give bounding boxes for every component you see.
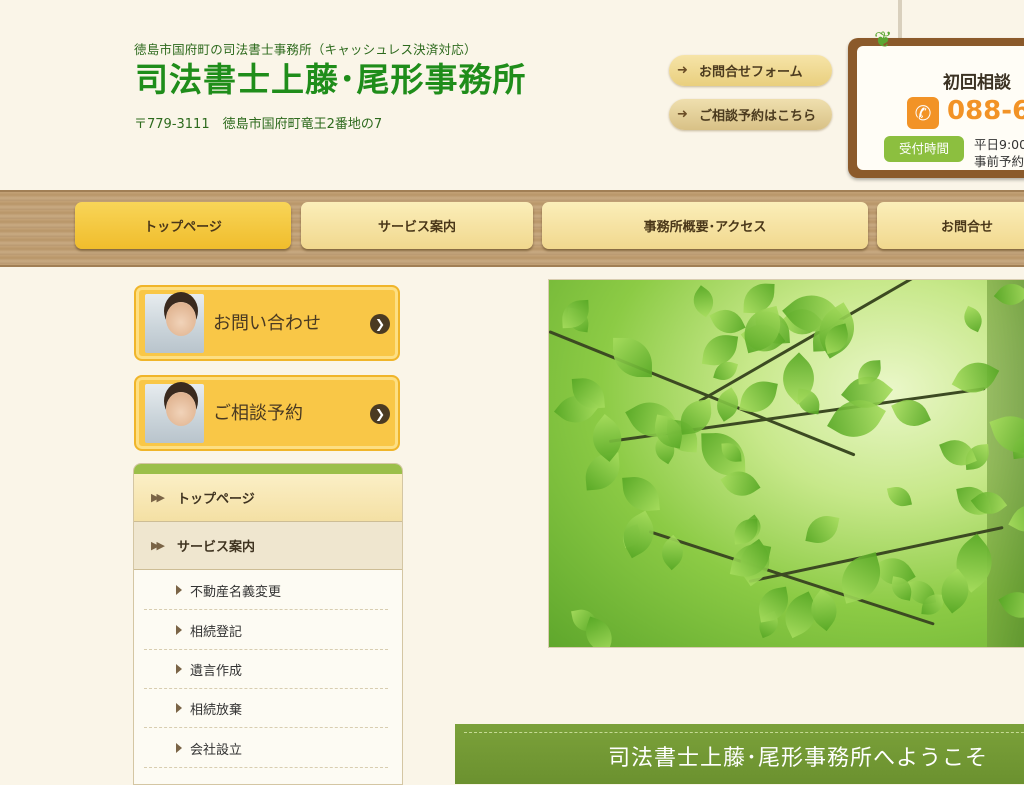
reservation-cta-button[interactable]: ご相談予約 ❯ — [134, 375, 400, 451]
side-menu-sub-item[interactable]: 会社設立 — [144, 729, 388, 768]
triangle-right-icon — [176, 625, 182, 635]
reservation-cta-label: ご相談予約 — [213, 403, 303, 424]
leaf — [583, 452, 622, 492]
leaf — [959, 305, 987, 333]
leaf — [621, 474, 661, 513]
leaf — [738, 305, 786, 354]
contact-cta-label: お問い合わせ — [213, 313, 321, 334]
side-menu-sub-label: 不動産名義変更 — [190, 584, 282, 600]
leaf-icon: ❦ — [874, 28, 893, 53]
contact-photo — [145, 294, 204, 353]
triangle-right-icon — [176, 664, 182, 674]
office-address: 〒779-3111 徳島市国府町竜王2番地の7 — [134, 117, 383, 132]
leaf — [739, 376, 779, 416]
arrow-right-icon: ❯ — [370, 404, 390, 424]
side-menu-sub-label: 会社設立 — [190, 742, 243, 758]
triangle-right-icon — [176, 585, 182, 595]
side-menu-item-services[interactable]: ▶▶ サービス案内 — [134, 522, 402, 570]
side-menu-sub-item[interactable]: 遺言作成 — [144, 650, 388, 689]
tab-services[interactable]: サービス案内 — [301, 202, 533, 249]
welcome-banner-divider — [464, 732, 1024, 733]
leaf — [655, 534, 691, 571]
site-title[interactable]: 司法書士上藤･尾形事務所 — [135, 58, 527, 102]
side-menu-sub-label: 相続登記 — [190, 624, 243, 640]
arrow-right-icon: ❯ — [370, 314, 390, 334]
contact-cta-button[interactable]: お問い合わせ ❯ — [134, 285, 400, 361]
reservation-button-label: ご相談予約はこちら — [699, 109, 817, 124]
contact-form-button-label: お問合せフォーム — [699, 65, 803, 80]
side-menu-sub-item[interactable]: 相続登記 — [144, 611, 388, 650]
side-menu-sub-label: 相続放棄 — [190, 702, 243, 718]
hours-badge: 受付時間 — [884, 136, 964, 162]
side-menu-sub-item[interactable]: 相続放棄 — [144, 689, 388, 728]
side-menu: ▶▶ トップページ ▶▶ サービス案内 不動産名義変更 相続登記 遺言作成 相続… — [133, 463, 403, 785]
consultation-title: 初回相談 — [943, 73, 1011, 93]
tab-office-access[interactable]: 事務所概要･アクセス — [542, 202, 868, 249]
leaf — [678, 399, 714, 435]
triangle-right-icon — [176, 743, 182, 753]
contact-form-button[interactable]: ➜ お問合せフォーム — [669, 55, 832, 86]
side-menu-sub-label: 遺言作成 — [190, 663, 243, 679]
double-chevron-icon: ▶▶ — [151, 539, 165, 552]
leaf — [805, 512, 840, 547]
welcome-heading: 司法書士上藤･尾形事務所へようこそ — [608, 746, 989, 771]
site-tagline: 徳島市国府町の司法書士事務所（キャッシュレス決済対応） — [134, 42, 477, 57]
side-menu-sub-item[interactable]: 不動産名義変更 — [144, 571, 388, 610]
phone-icon: ✆ — [907, 97, 939, 129]
double-chevron-icon: ▶▶ — [151, 491, 165, 504]
arrow-right-icon: ➜ — [677, 63, 688, 78]
leaf — [887, 483, 913, 510]
reservation-note: 事前予約 — [974, 154, 1024, 169]
tab-contact[interactable]: お問合せ — [877, 202, 1024, 249]
arrow-right-icon: ➜ — [677, 107, 688, 122]
leaf — [613, 337, 652, 377]
triangle-right-icon — [176, 703, 182, 713]
person-image — [166, 302, 196, 336]
side-menu-label: トップページ — [177, 492, 255, 507]
reservation-photo — [145, 384, 204, 443]
hero-image-green-leaves — [548, 279, 1024, 648]
reservation-button[interactable]: ➜ ご相談予約はこちら — [669, 99, 832, 130]
tab-top-page[interactable]: トップページ — [75, 202, 291, 249]
phone-number[interactable]: 088-6 — [947, 96, 1024, 126]
board-string — [898, 0, 902, 40]
side-menu-label: サービス案内 — [177, 540, 256, 555]
side-menu-item-top[interactable]: ▶▶ トップページ — [134, 474, 402, 522]
person-image — [166, 392, 196, 426]
